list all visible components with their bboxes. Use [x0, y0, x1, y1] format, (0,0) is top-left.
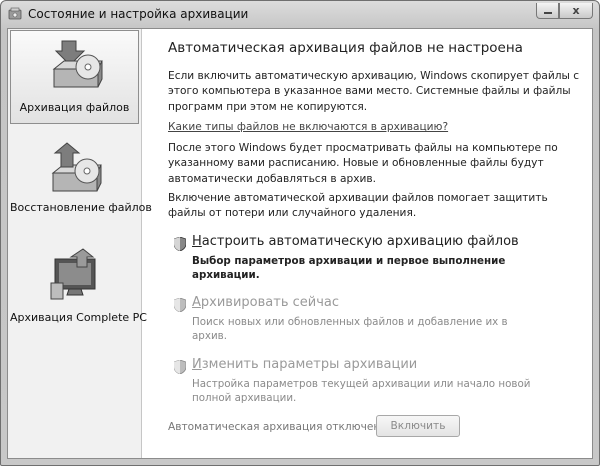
file-restore-icon [51, 142, 102, 192]
backup-app-icon [8, 7, 22, 20]
sidebar-item-label: Восстановление файлов [10, 201, 152, 214]
minimize-button[interactable] [536, 3, 559, 19]
close-icon: x [572, 4, 580, 17]
change-backup-settings-task[interactable]: Изменить параметры архивации Настройка п… [174, 357, 584, 407]
excluded-file-types-link[interactable]: Какие типы файлов не включаются в архива… [168, 121, 448, 133]
close-button[interactable]: x [559, 3, 593, 19]
client-area: Архивация файлов Восстановление файлов А… [7, 28, 593, 459]
task-description: Настройка параметров текущей архивации и… [192, 378, 531, 404]
sidebar: Архивация файлов Восстановление файлов А… [8, 29, 152, 458]
sidebar-item-file-restore[interactable]: Восстановление файлов [10, 135, 152, 219]
minimize-icon [543, 12, 552, 14]
task-description: Поиск новых или обновленных файлов и доб… [192, 316, 508, 342]
title-bar[interactable]: Состояние и настройка архивации x [1, 1, 599, 29]
shield-icon [174, 360, 186, 374]
backup-window: Состояние и настройка архивации x Архива… [0, 0, 600, 466]
intro-text: Если включить автоматическую архивацию, … [168, 70, 580, 113]
main-panel: Автоматическая архивация файлов не настр… [142, 29, 592, 458]
page-title: Автоматическая архивация файлов не настр… [168, 40, 523, 56]
protection-info-text: Включение автоматической архивации файло… [168, 192, 548, 220]
enable-button[interactable]: Включить [376, 415, 460, 437]
sidebar-item-complete-pc-backup[interactable]: Архивация Complete PC [10, 239, 147, 329]
backup-now-task[interactable]: Архивировать сейчас Поиск новых или обно… [174, 295, 584, 342]
complete-pc-backup-icon [50, 248, 96, 300]
setup-automatic-backup-task[interactable]: Настроить автоматическую архивацию файло… [174, 234, 584, 281]
task-title[interactable]: Архивировать сейчас [192, 295, 339, 310]
shield-icon [174, 237, 186, 251]
window-title: Состояние и настройка архивации [28, 7, 249, 21]
sidebar-item-label: Архивация Complete PC [10, 311, 147, 324]
file-backup-icon [52, 40, 103, 88]
schedule-info-text: После этого Windows будет просматривать … [168, 142, 558, 185]
task-title[interactable]: Настроить автоматическую архивацию файло… [192, 234, 519, 249]
task-title[interactable]: Изменить параметры архивации [192, 357, 417, 372]
shield-icon [174, 298, 186, 312]
sidebar-item-label: Архивация файлов [19, 101, 130, 114]
backup-status-text: Автоматическая архивация отключена [168, 421, 387, 433]
task-description: Выбор параметров архивации и первое выпо… [192, 255, 506, 281]
sidebar-item-file-backup[interactable]: Архивация файлов [10, 30, 139, 124]
